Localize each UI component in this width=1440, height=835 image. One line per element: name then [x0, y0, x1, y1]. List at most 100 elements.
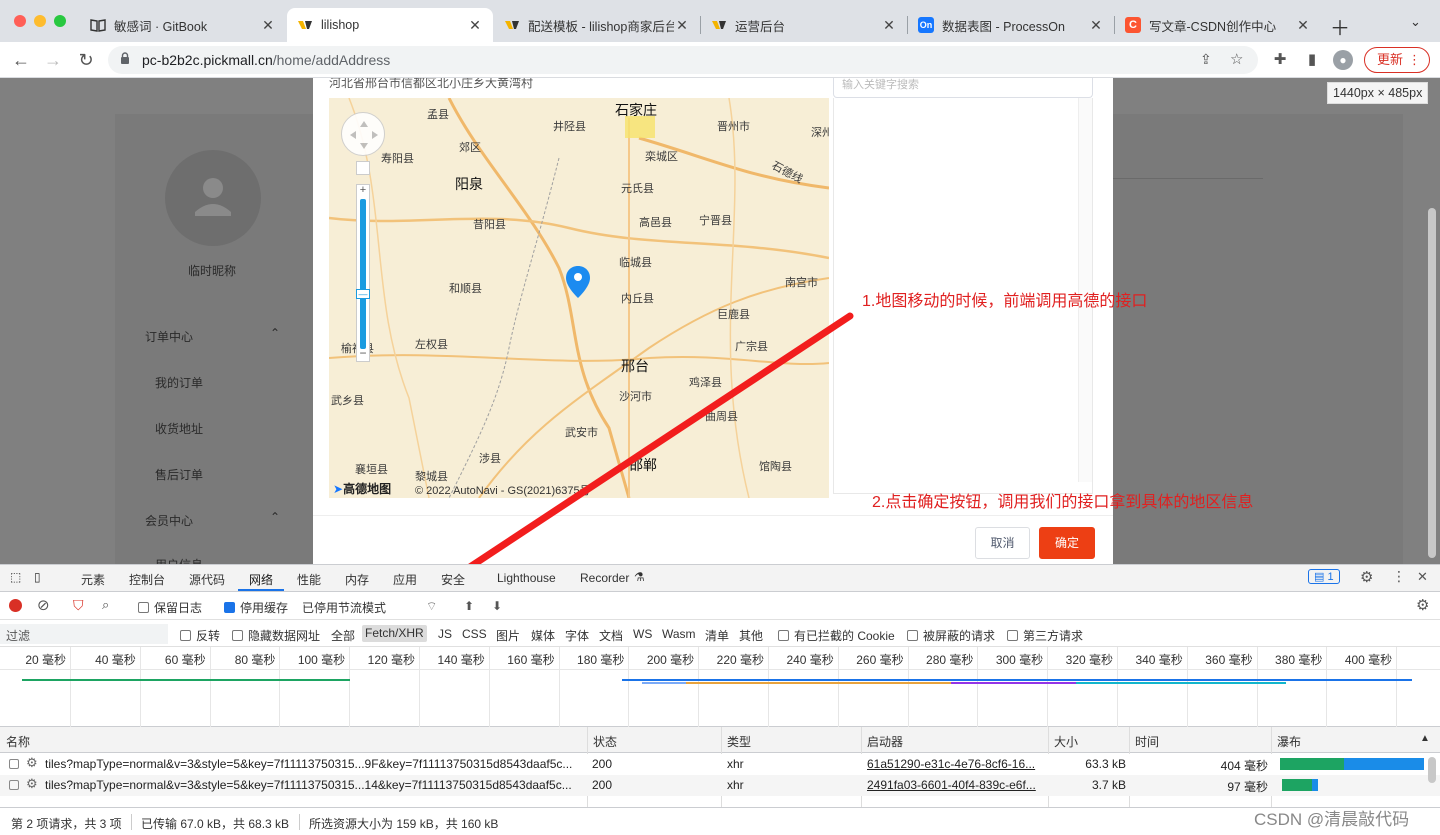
third-party-checkbox[interactable]: 第三方请求	[1007, 627, 1083, 644]
new-tab-icon[interactable]: ＋	[1330, 12, 1350, 41]
scrollbar[interactable]	[1428, 757, 1436, 783]
settings-gear-icon[interactable]: ⚙	[1360, 568, 1373, 586]
sidebar-section-member[interactable]: 会员中心	[145, 512, 193, 529]
map-zoom-slider[interactable]: + — −	[356, 184, 370, 362]
column-type[interactable]: 类型	[727, 733, 751, 750]
filter-doc[interactable]: 文档	[599, 627, 623, 644]
map-canvas[interactable]: 石家庄 阳泉 邢台 邯郸 孟县 郊区 寿阳县 井陉县 晋州市 深州 栾城区 元氏…	[329, 98, 829, 498]
column-waterfall[interactable]: 瀑布	[1277, 733, 1301, 750]
bookmark-star-icon[interactable]: ☆	[1230, 50, 1243, 68]
page-scrollbar[interactable]	[1428, 208, 1436, 558]
table-row[interactable]: ⚙ tiles?mapType=normal&v=3&style=5&key=7…	[0, 754, 1440, 775]
extensions-icon[interactable]: ✚	[1270, 50, 1290, 70]
disable-cache-checkbox[interactable]: 停用缓存	[224, 599, 288, 616]
close-icon[interactable]: ✕	[1295, 17, 1311, 34]
invert-checkbox[interactable]: 反转	[180, 627, 220, 644]
tab-security[interactable]: 安全	[441, 571, 465, 588]
window-zoom-button[interactable]	[54, 15, 66, 27]
window-minimize-button[interactable]	[34, 15, 46, 27]
request-name[interactable]: tiles?mapType=normal&v=3&style=5&key=7f1…	[45, 778, 583, 792]
upload-icon[interactable]: ⬆	[464, 599, 474, 613]
map-search-input[interactable]: 输入关键字搜索	[833, 78, 1093, 98]
inspect-icon[interactable]: ⬚	[10, 570, 21, 584]
tab-elements[interactable]: 元素	[81, 571, 105, 588]
filter-media[interactable]: 媒体	[531, 627, 555, 644]
tab-recorder[interactable]: Recorder	[580, 571, 629, 585]
column-size[interactable]: 大小	[1054, 733, 1078, 750]
sidebar-item-address[interactable]: 收货地址	[155, 420, 203, 437]
request-name[interactable]: tiles?mapType=normal&v=3&style=5&key=7f1…	[45, 757, 583, 771]
filter-other[interactable]: 其他	[739, 627, 763, 644]
zoom-in-icon[interactable]: +	[357, 184, 369, 197]
close-icon[interactable]: ✕	[1088, 17, 1104, 34]
sort-up-icon[interactable]: ▲	[1420, 733, 1430, 744]
record-icon[interactable]	[9, 599, 22, 612]
sidebar-section-orders[interactable]: 订单中心	[145, 328, 193, 345]
network-settings-icon[interactable]: ⚙	[1416, 596, 1429, 614]
sidepanel-icon[interactable]: ▮	[1302, 50, 1322, 70]
profile-avatar-icon[interactable]: ●	[1333, 50, 1353, 70]
filter-fetch-xhr[interactable]: Fetch/XHR	[362, 625, 427, 642]
table-row[interactable]: ⚙ tiles?mapType=normal&v=3&style=5&key=7…	[0, 775, 1440, 796]
filter-icon[interactable]: ⛉	[73, 597, 84, 614]
tab-csdn[interactable]: C 写文章-CSDN创作中心 ✕	[1115, 8, 1321, 42]
close-icon[interactable]: ✕	[467, 17, 483, 34]
map-marker-icon[interactable]	[566, 266, 590, 301]
zoom-out-icon[interactable]: −	[357, 347, 369, 360]
download-icon[interactable]: ⬇	[492, 599, 502, 613]
request-initiator[interactable]: 2491fa03-6601-40f4-839c-e6f...	[867, 778, 1045, 792]
confirm-button[interactable]: 确定	[1039, 527, 1095, 559]
filter-wasm[interactable]: Wasm	[662, 627, 696, 641]
preserve-log-checkbox[interactable]: 保留日志	[138, 599, 202, 616]
filter-js[interactable]: JS	[438, 627, 452, 641]
close-icon[interactable]: ✕	[260, 17, 276, 34]
column-initiator[interactable]: 启动器	[867, 733, 903, 750]
more-options-icon[interactable]: ⋮	[1392, 568, 1406, 585]
network-overview-timeline[interactable]: 20 毫秒 40 毫秒 60 毫秒 80 毫秒 100 毫秒 120 毫秒 140 毫秒 16…	[0, 647, 1440, 727]
tab-delivery-template[interactable]: 配送模板 - lilishop商家后台 ✕	[494, 8, 700, 42]
clear-icon[interactable]: ⊘	[37, 596, 50, 614]
close-icon[interactable]: ✕	[881, 17, 897, 34]
tab-performance[interactable]: 性能	[297, 571, 321, 588]
tab-gitbook[interactable]: 敏感词 · GitBook ✕	[80, 8, 286, 42]
zoom-handle[interactable]: —	[356, 289, 370, 299]
filter-font[interactable]: 字体	[565, 627, 589, 644]
blocked-requests-checkbox[interactable]: 被屏蔽的请求	[907, 627, 995, 644]
issues-badge[interactable]: ▤ 1	[1308, 569, 1340, 584]
tab-processon[interactable]: On 数据表图 - ProcessOn ✕	[908, 8, 1114, 42]
filter-all[interactable]: 全部	[331, 627, 355, 644]
tab-lighthouse[interactable]: Lighthouse	[497, 571, 556, 585]
filter-ws[interactable]: WS	[633, 627, 652, 641]
throttle-select[interactable]: 已停用节流模式	[302, 599, 386, 616]
map-locate-icon[interactable]	[356, 161, 370, 175]
tab-sources[interactable]: 源代码	[189, 571, 225, 588]
tab-network[interactable]: 网络	[249, 571, 273, 588]
address-bar[interactable]: pc-b2b2c.pickmall.cn/home/addAddress ⇪ ☆	[108, 46, 1258, 74]
update-button[interactable]: 更新 ⋮	[1364, 47, 1430, 73]
request-initiator[interactable]: 61a51290-e31c-4e76-8cf6-16...	[867, 757, 1045, 771]
filter-css[interactable]: CSS	[462, 627, 487, 641]
device-toggle-icon[interactable]: ▯	[34, 570, 41, 584]
hide-data-urls-checkbox[interactable]: 隐藏数据网址	[232, 627, 320, 644]
forward-icon[interactable]: →	[42, 49, 64, 71]
column-time[interactable]: 时间	[1135, 733, 1159, 750]
column-name[interactable]: 名称	[6, 733, 30, 750]
close-devtools-icon[interactable]: ✕	[1417, 569, 1428, 585]
back-icon[interactable]: ←	[10, 49, 32, 71]
sidebar-item-after-sale[interactable]: 售后订单	[155, 466, 203, 483]
tab-ops-admin[interactable]: 运营后台 ✕	[701, 8, 907, 42]
blocked-cookies-checkbox[interactable]: 有已拦截的 Cookie	[778, 627, 895, 644]
tab-console[interactable]: 控制台	[129, 571, 165, 588]
share-icon[interactable]: ⇪	[1200, 51, 1212, 68]
search-icon[interactable]: ⌕	[102, 597, 109, 613]
close-icon[interactable]: ✕	[674, 17, 690, 34]
cancel-button[interactable]: 取消	[975, 527, 1030, 559]
chevron-up-icon[interactable]: ⌃	[270, 510, 280, 524]
tab-application[interactable]: 应用	[393, 571, 417, 588]
column-status[interactable]: 状态	[593, 733, 617, 750]
filter-input[interactable]: 过滤	[0, 624, 168, 644]
network-conditions-icon[interactable]: ⌔	[426, 599, 437, 614]
filter-img[interactable]: 图片	[496, 627, 520, 644]
tab-memory[interactable]: 内存	[345, 571, 369, 588]
sidebar-item-user-info[interactable]: 用户信息	[155, 556, 203, 564]
